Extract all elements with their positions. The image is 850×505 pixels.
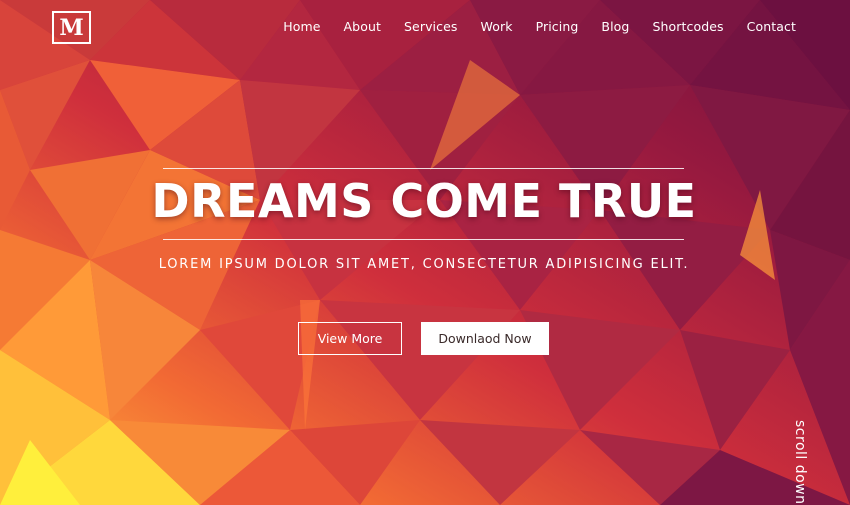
title-bottom-rule: [163, 239, 684, 240]
view-more-button[interactable]: View More: [298, 322, 402, 355]
scroll-down-link[interactable]: scroll down: [792, 420, 808, 505]
main-nav: Home About Services Work Pricing Blog Sh…: [260, 19, 796, 34]
nav-item-pricing[interactable]: Pricing: [536, 19, 579, 34]
nav-item-services[interactable]: Services: [404, 19, 458, 34]
nav-item-about[interactable]: About: [344, 19, 381, 34]
nav-item-shortcodes[interactable]: Shortcodes: [652, 19, 723, 34]
nav-item-home[interactable]: Home: [283, 19, 320, 34]
hero-title: DREAMS COME TRUE: [151, 174, 697, 228]
download-now-button[interactable]: Downlaod Now: [421, 322, 549, 355]
low-poly-background: [0, 0, 850, 505]
nav-item-work[interactable]: Work: [481, 19, 513, 34]
title-top-rule: [163, 168, 684, 169]
hero-subtitle: LOREM IPSUM DOLOR SIT AMET, CONSECTETUR …: [158, 257, 690, 272]
site-logo[interactable]: M: [52, 11, 91, 44]
nav-item-blog[interactable]: Blog: [601, 19, 629, 34]
logo-letter: M: [59, 14, 84, 41]
nav-item-contact[interactable]: Contact: [747, 19, 796, 34]
